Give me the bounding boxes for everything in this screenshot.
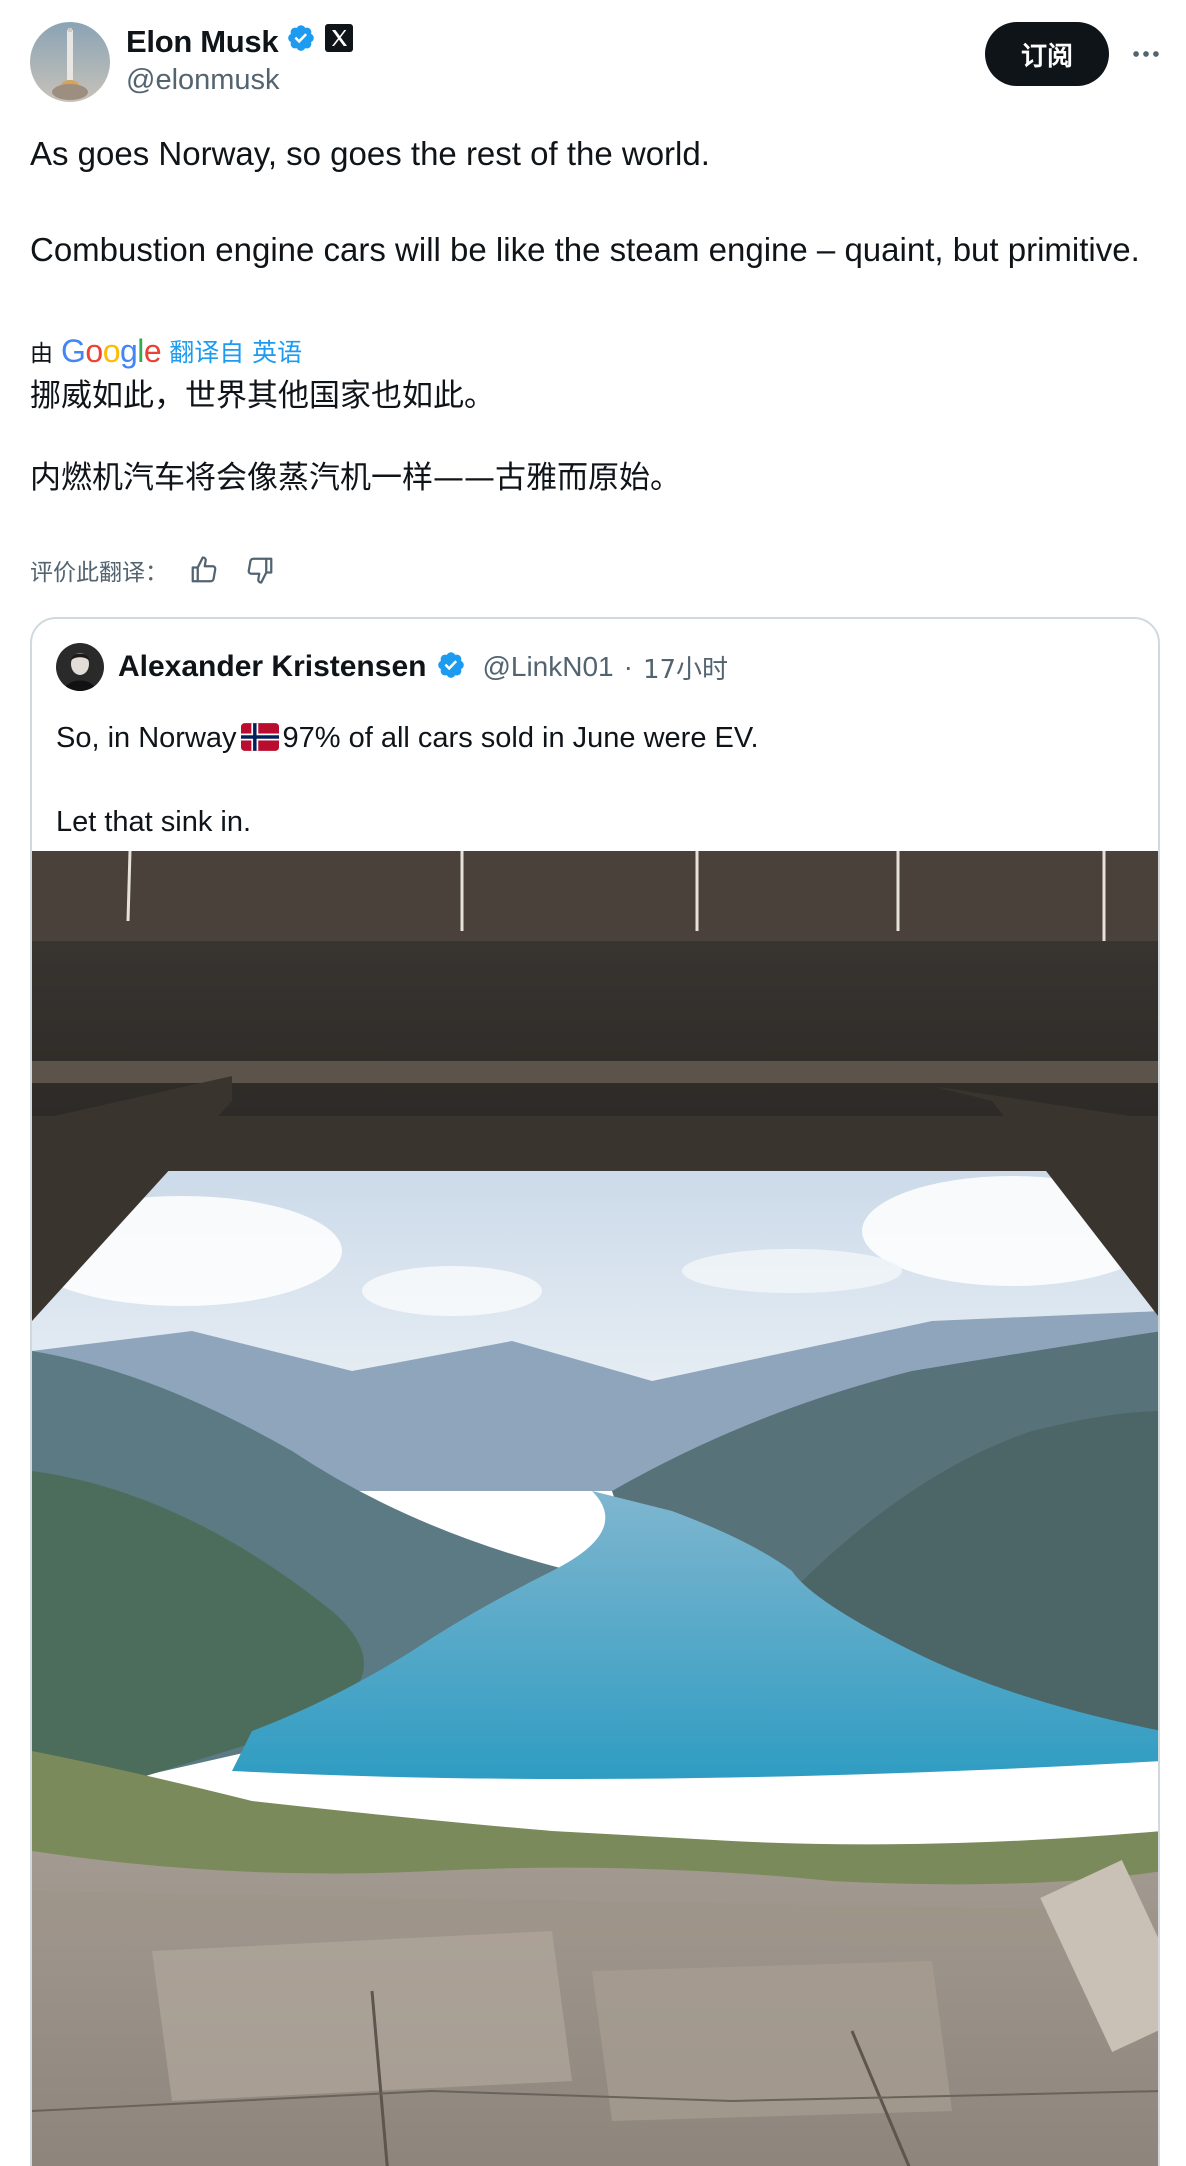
rate-translation-row: 评价此翻译：	[30, 548, 280, 592]
translation-line-1: 挪威如此，世界其他国家也如此。	[30, 378, 495, 414]
quoted-tweet-text: So, in Norway 97% of all cars sold in Jun…	[56, 715, 1136, 845]
quoted-tweet-card[interactable]: Alexander Kristensen @LinkN01 · 17小时 So,…	[30, 617, 1160, 2166]
quoted-text-before-flag: So, in Norway	[56, 722, 237, 754]
more-options-button[interactable]	[1126, 34, 1166, 74]
translated-by-prefix: 由	[30, 341, 53, 367]
quoted-text-after-flag: 97% of all cars sold in June were EV.	[282, 722, 759, 754]
norway-flag-icon	[240, 719, 279, 765]
quoted-separator: ·	[623, 651, 633, 682]
author-name-row[interactable]: Elon Musk	[126, 23, 354, 61]
translation-text: 挪威如此，世界其他国家也如此。 内燃机汽车将会像蒸汽机一样——古雅而原始。	[30, 372, 1150, 502]
quoted-timestamp[interactable]: 17小时	[643, 649, 728, 686]
translation-line-2: 内燃机汽车将会像蒸汽机一样——古雅而原始。	[30, 460, 681, 496]
translated-from-link[interactable]: 翻译自 英语	[169, 333, 302, 369]
thumbs-up-icon	[191, 556, 217, 583]
x-logo-badge-icon	[324, 23, 354, 61]
quoted-author-name[interactable]: Alexander Kristensen	[118, 650, 426, 684]
tweet-line-2: Combustion engine cars will be like the …	[30, 231, 1140, 268]
quoted-line-2: Let that sink in.	[56, 806, 252, 838]
rate-translation-label: 评价此翻译：	[30, 560, 168, 586]
more-horizontal-icon	[1133, 51, 1159, 57]
quoted-author-handle[interactable]: @LinkN01	[482, 651, 613, 683]
thumbs-up-button[interactable]	[184, 550, 224, 590]
thumbs-down-icon	[247, 557, 273, 584]
quoted-line-1: So, in Norway 97% of all cars sold in Jun…	[56, 715, 1136, 765]
quoted-tweet-header: Alexander Kristensen @LinkN01 · 17小时	[56, 643, 728, 691]
translated-by-row: 由 Google 翻译自 英语	[30, 333, 302, 369]
author-avatar[interactable]	[30, 22, 110, 102]
tweet-line-1: As goes Norway, so goes the rest of the …	[30, 135, 710, 172]
subscribe-button[interactable]: 订阅	[985, 22, 1109, 86]
google-logo: Google	[61, 333, 162, 369]
fjord-landscape-photo[interactable]	[32, 851, 1158, 2166]
verified-badge-icon	[286, 23, 316, 61]
author-handle[interactable]: @elonmusk	[126, 64, 280, 97]
tweet-text: As goes Norway, so goes the rest of the …	[30, 130, 1150, 274]
thumbs-down-button[interactable]	[240, 550, 280, 590]
quoted-author-avatar[interactable]	[56, 643, 104, 691]
author-name[interactable]: Elon Musk	[126, 24, 279, 60]
quoted-verified-badge-icon	[436, 650, 466, 685]
